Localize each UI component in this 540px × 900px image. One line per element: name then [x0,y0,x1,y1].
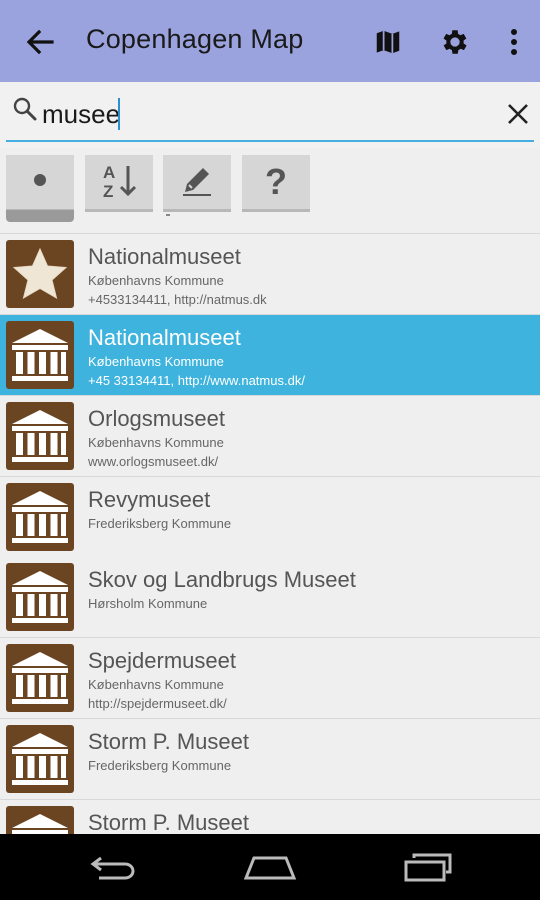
item-contact: +4533134411, http://natmus.dk [88,292,267,307]
text-cursor [118,98,120,130]
item-municipality: Frederiksberg Kommune [88,516,232,531]
item-contact: +45 33134411, http://www.natmus.dk/ [88,373,305,388]
museum-icon [6,725,74,793]
item-name: Nationalmuseet [88,325,241,350]
svg-text:A: A [103,163,115,182]
museum-icon [6,321,74,389]
list-item[interactable]: Orlogsmuseet Københavns Kommune www.orlo… [0,396,540,477]
home-nav-icon[interactable] [240,844,300,890]
dot-icon [33,173,47,192]
item-contact: http://spejdermuseet.dk/ [88,696,227,711]
item-name: Revymuseet [88,487,211,512]
sort-alphabetical-button[interactable]: A Z [85,155,153,212]
svg-text:Z: Z [103,182,113,200]
item-name: Skov og Landbrugs Museet [88,567,356,592]
museum-icon [6,483,74,551]
item-name: Orlogsmuseet [88,406,225,431]
search-underline [6,140,534,142]
star-icon [6,240,74,308]
museum-icon [6,402,74,470]
overflow-menu-icon[interactable] [494,22,534,62]
item-municipality: Københavns Kommune [88,273,224,288]
list-item[interactable]: Nationalmuseet Københavns Kommune +45331… [0,234,540,315]
app-bar: Copenhagen Map [0,0,540,82]
back-arrow-icon[interactable] [22,24,58,60]
item-municipality: Københavns Kommune [88,354,224,369]
partial-list-item [0,210,540,234]
list-item[interactable]: Spejdermuseet Københavns Kommune http://… [0,638,540,719]
list-item[interactable]: Storm P. Museet Frederiksberg Kommune [0,719,540,800]
app-title: Copenhagen Map [86,24,304,54]
museum-icon [6,563,74,631]
map-icon[interactable] [368,22,408,62]
item-name: Storm P. Museet [88,810,249,834]
edit-button[interactable] [163,155,231,212]
recents-nav-icon[interactable] [398,844,458,890]
item-municipality: Københavns Kommune [88,677,224,692]
search-icon [12,96,38,122]
list-item[interactable]: Revymuseet Frederiksberg Kommune [0,477,540,558]
item-contact: www.orlogsmuseet.dk/ [88,454,219,469]
list-item[interactable]: Skov og Landbrugs Museet Hørsholm Kommun… [0,557,540,638]
museum-icon [6,806,74,834]
back-nav-icon[interactable] [83,844,143,890]
item-municipality: Hørsholm Kommune [88,596,208,611]
edit-icon [177,160,217,205]
item-municipality: Københavns Kommune [88,435,224,450]
help-button[interactable]: ? [242,155,310,212]
museum-icon [6,644,74,712]
gear-icon[interactable] [435,22,475,62]
item-municipality: Frederiksberg Kommune [88,758,232,773]
item-name: Nationalmuseet [88,244,241,269]
list-item[interactable]: Storm P. Museet [0,800,540,834]
sort-az-icon: A Z [99,160,139,205]
results-list[interactable]: Nationalmuseet Københavns Kommune +45331… [0,232,540,834]
list-item-selected[interactable]: Nationalmuseet Københavns Kommune +45 33… [0,315,540,396]
help-icon: ? [265,161,287,202]
nearby-filter-button[interactable] [6,155,74,212]
close-icon[interactable] [502,98,534,130]
item-name: Spejdermuseet [88,648,236,673]
search-input[interactable] [42,96,482,132]
item-name: Storm P. Museet [88,729,249,754]
system-nav-bar [0,834,540,900]
